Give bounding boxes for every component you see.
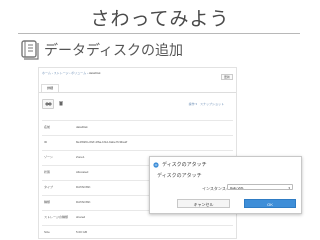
detail-value: shared bbox=[76, 215, 86, 219]
detail-value: 5.00 GB bbox=[76, 230, 88, 234]
detail-value: Zone1 bbox=[76, 155, 85, 159]
dialog-title: ディスクのアタッチ bbox=[162, 162, 207, 168]
breadcrumb-current: dataDisk bbox=[88, 71, 101, 75]
detail-value: DATADISK bbox=[76, 185, 91, 189]
detail-value: dataDisk bbox=[76, 125, 88, 129]
breadcrumb: ホーム › ストレージ › ボリューム › dataDisk bbox=[42, 71, 100, 75]
detail-key: Size bbox=[44, 230, 50, 234]
detail-row: 名前 dataDisk bbox=[42, 120, 233, 134]
tab-details[interactable]: 詳細 bbox=[41, 84, 59, 92]
title-divider bbox=[18, 33, 300, 34]
disk-stack-icon bbox=[21, 40, 39, 60]
trash-icon[interactable] bbox=[58, 101, 64, 106]
instance-select[interactable]: Rails VM1 ▾ bbox=[227, 184, 293, 190]
detail-key: 名前 bbox=[44, 125, 51, 129]
attach-link-icon bbox=[153, 161, 159, 168]
action-links[interactable]: 操作 ▾ スナップショット bbox=[189, 102, 224, 106]
chevron-down-icon: ▾ bbox=[288, 186, 290, 190]
refresh-button[interactable]: 更新 bbox=[221, 74, 233, 80]
detail-value: Allocated bbox=[76, 170, 89, 174]
attach-disk-dialog: ディスクのアタッチ ディスクのアタッチ インスタンス: Rails VM1 ▾ … bbox=[149, 156, 302, 214]
detail-value: DATADISK bbox=[76, 200, 91, 204]
slide-title: さわってみよう bbox=[90, 8, 230, 30]
breadcrumb-path[interactable]: ホーム › ストレージ › ボリューム › bbox=[42, 71, 88, 75]
dialog-header: ディスクのアタッチ bbox=[153, 161, 207, 168]
detail-key: ストレージの種類 bbox=[44, 215, 68, 219]
detail-value: 8e4fb9f0-c82f-4f6a-bf1d-9abe7fc9ba2f bbox=[76, 140, 128, 144]
section-heading-text: データディスクの追加 bbox=[44, 43, 184, 59]
detail-row: Size 5.00 GB bbox=[42, 225, 233, 238]
section-heading: データディスクの追加 bbox=[20, 38, 183, 62]
detail-key: ゾーン bbox=[44, 155, 53, 159]
detail-key: 状態 bbox=[44, 170, 51, 174]
detail-row: ID 8e4fb9f0-c82f-4f6a-bf1d-9abe7fc9ba2f bbox=[42, 135, 233, 149]
instance-select-value: Rails VM1 bbox=[230, 186, 244, 190]
attach-disk-button[interactable] bbox=[42, 98, 54, 109]
attach-link-icon bbox=[44, 101, 52, 106]
instance-label: インスタンス: bbox=[202, 186, 227, 191]
detail-key: 種類 bbox=[44, 200, 51, 204]
detail-key: ID bbox=[44, 140, 47, 144]
cancel-button[interactable]: キャンセル bbox=[177, 199, 230, 208]
dialog-subtitle: ディスクのアタッチ bbox=[157, 173, 202, 179]
tab-bar: 詳細 bbox=[39, 84, 236, 93]
detail-key: タイプ bbox=[44, 185, 54, 189]
volume-toolbar bbox=[42, 98, 64, 109]
ok-button[interactable]: OK bbox=[244, 199, 296, 208]
